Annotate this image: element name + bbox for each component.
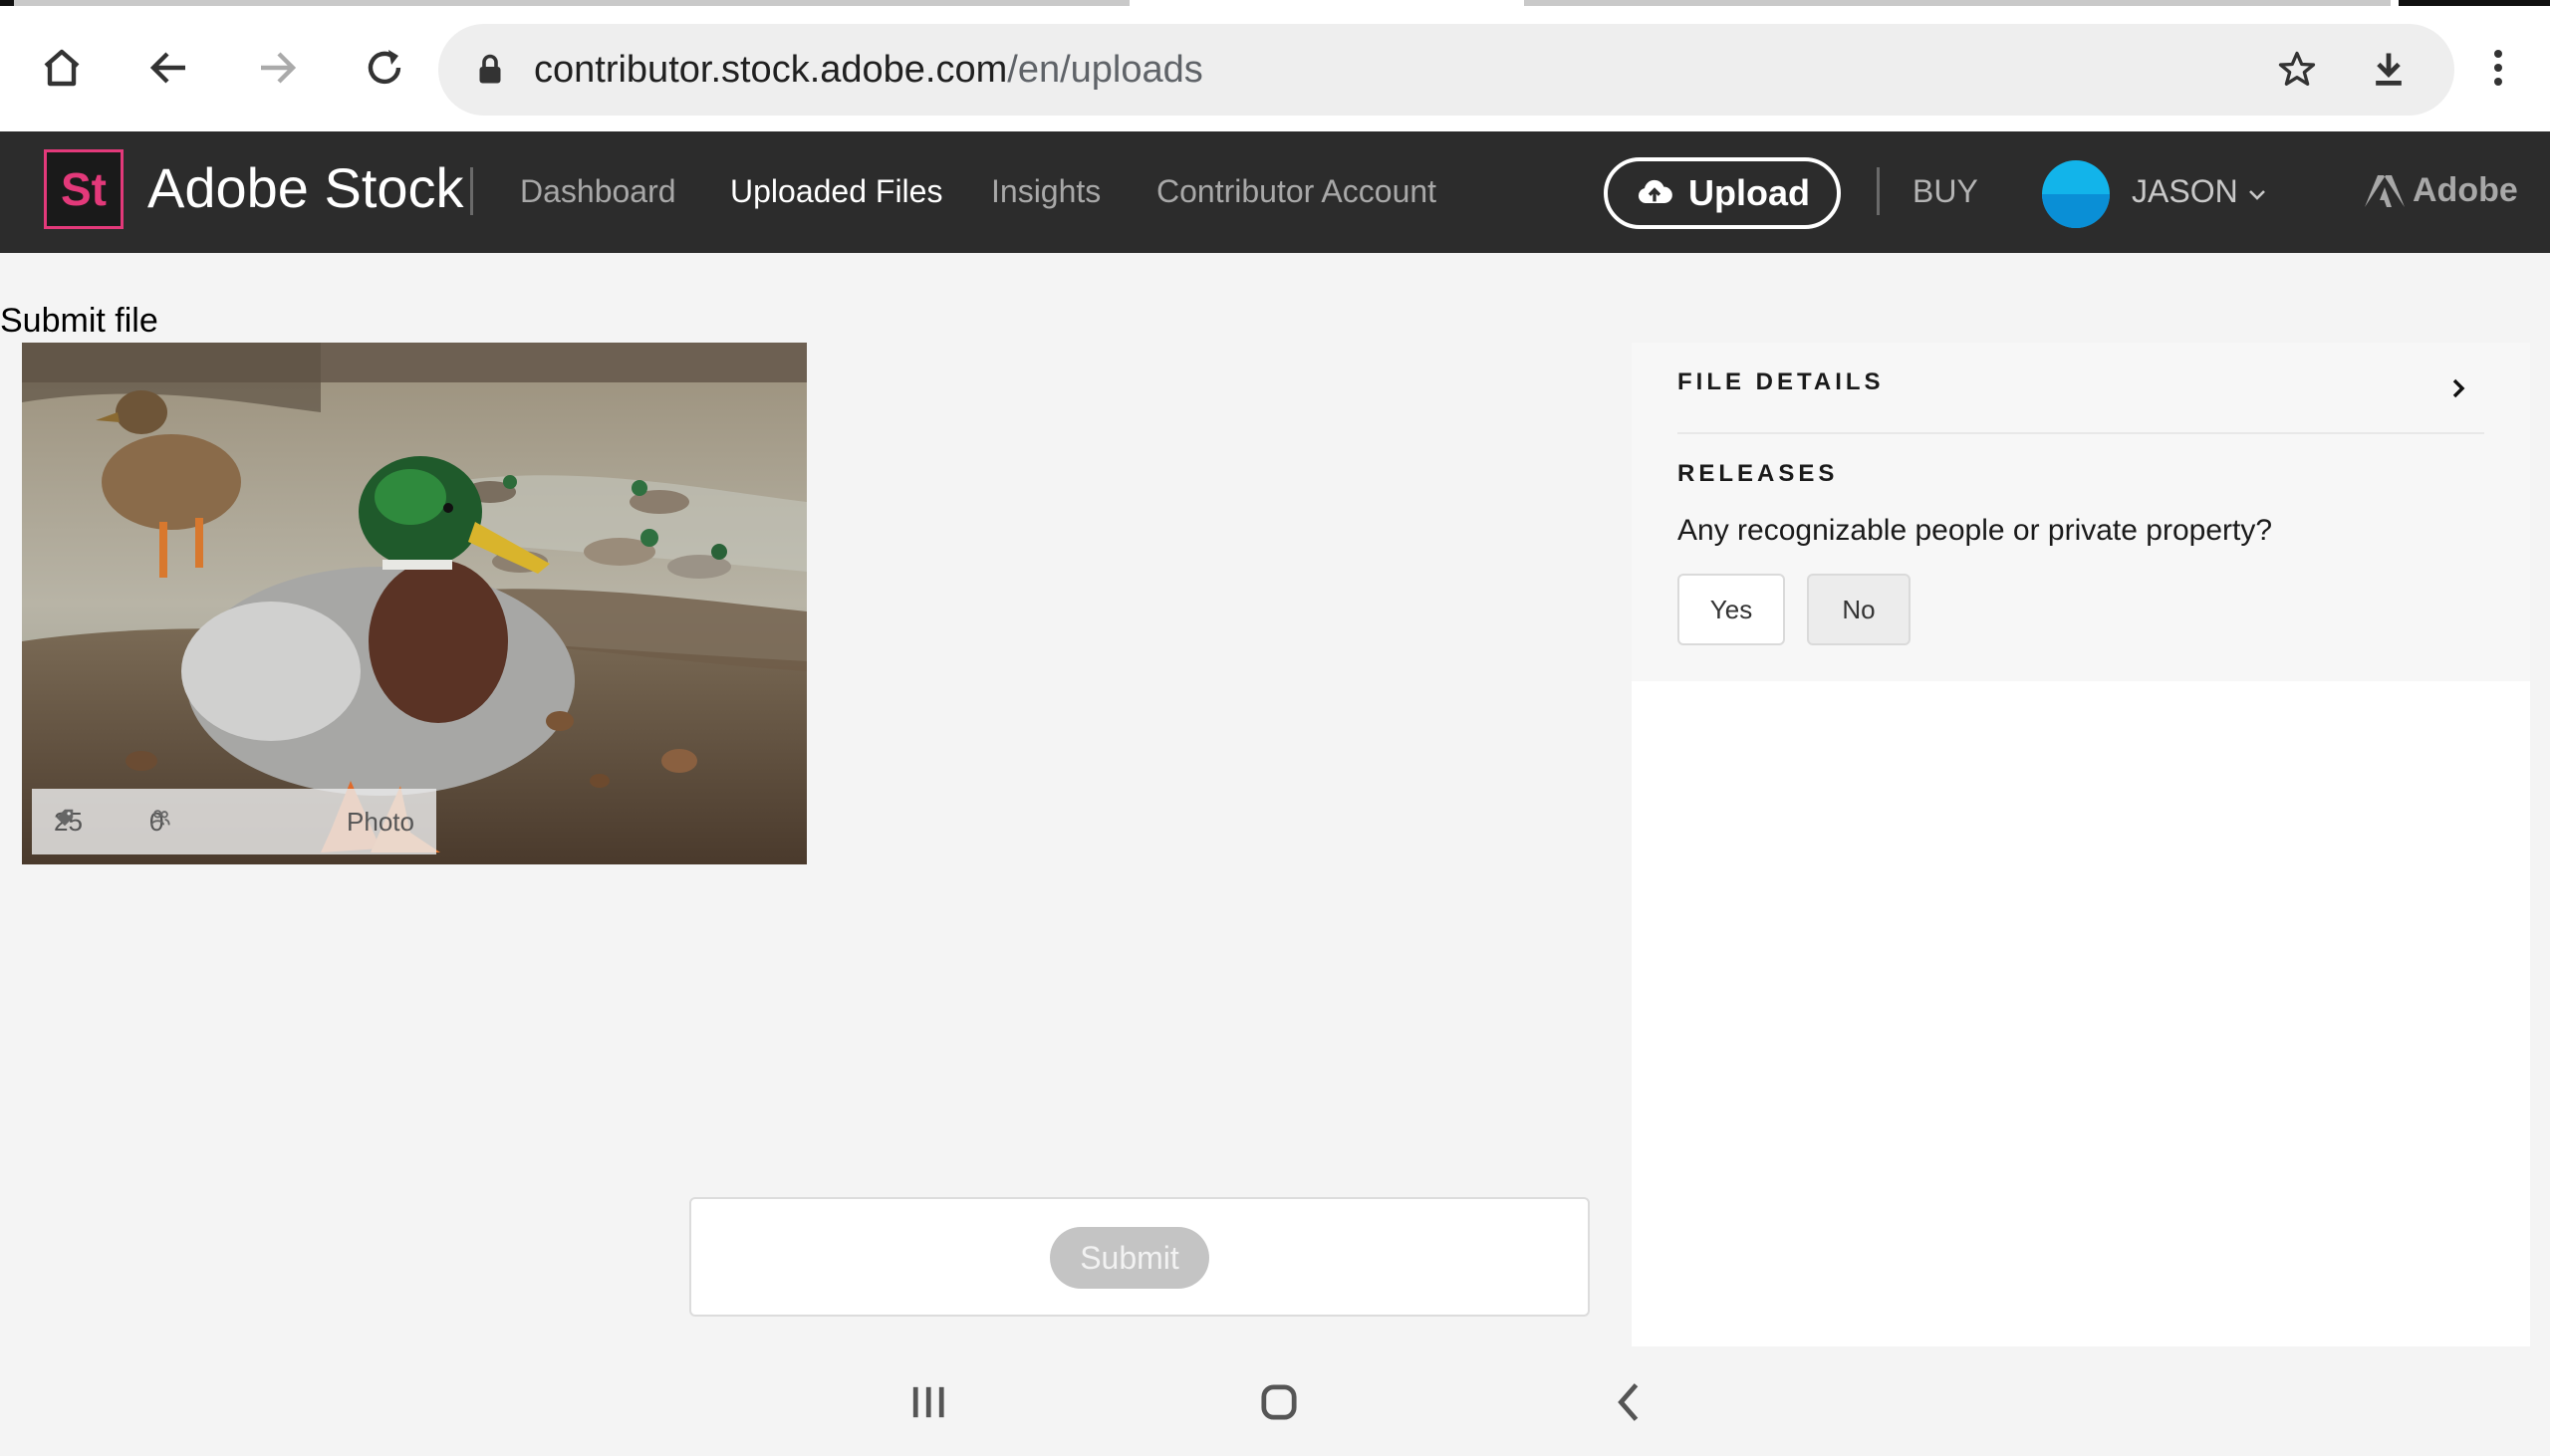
nav-insights[interactable]: Insights [991, 169, 1101, 213]
upload-label: Upload [1688, 172, 1810, 213]
lock-icon [479, 54, 501, 84]
release-question: Any recognizable people or private prope… [1677, 514, 2273, 547]
no-button[interactable]: No [1807, 574, 1911, 645]
upload-button[interactable]: Upload [1604, 157, 1841, 229]
more-vert-icon [2494, 50, 2502, 86]
home-button[interactable] [30, 36, 94, 100]
recent-apps-icon[interactable] [902, 1376, 954, 1428]
submit-bar: Submit [689, 1197, 1590, 1317]
reload-icon [368, 50, 401, 85]
file-side-panel: FILE DETAILS RELEASES Any recognizable p… [1632, 343, 2530, 1346]
file-thumbnail[interactable]: 25 0 Photo [22, 343, 807, 864]
chevron-right-icon[interactable] [2442, 372, 2474, 404]
address-bar[interactable]: contributor.stock.adobe.com/en/uploads [438, 24, 2454, 116]
adobe-logo-icon [2365, 174, 2405, 207]
browser-toolbar: contributor.stock.adobe.com/en/uploads [0, 6, 2550, 131]
buy-link[interactable]: BUY [1912, 169, 1978, 213]
file-type: Photo [347, 807, 414, 837]
system-nav-bar [0, 1346, 2550, 1456]
browser-menu-button[interactable] [2466, 36, 2530, 100]
chevron-down-icon[interactable] [2245, 183, 2269, 207]
brand-name[interactable]: Adobe Stock [147, 153, 464, 223]
nav-contributor-account[interactable]: Contributor Account [1156, 169, 1436, 213]
submit-button[interactable]: Submit [1050, 1227, 1209, 1289]
header-divider [1877, 167, 1880, 215]
home-nav-icon[interactable] [1253, 1376, 1305, 1428]
reload-button[interactable] [353, 36, 416, 100]
tag-icon [56, 809, 74, 827]
logo-text: St [61, 163, 107, 215]
mallard-duck-photo [22, 343, 807, 864]
cloud-upload-icon [1638, 179, 1672, 203]
url-text[interactable]: contributor.stock.adobe.com/en/uploads [534, 46, 1203, 94]
yes-button[interactable]: Yes [1677, 574, 1785, 645]
header-divider [470, 167, 473, 215]
home-icon [44, 49, 80, 87]
avatar[interactable] [2042, 160, 2110, 228]
keywords-count: 25 [54, 807, 83, 838]
user-name[interactable]: JASON [2132, 169, 2238, 213]
releases-title: RELEASES [1677, 460, 1839, 487]
section-divider [1677, 432, 2484, 434]
site-header: St Adobe Stock Dashboard Uploaded Files … [0, 131, 2550, 253]
nav-uploaded-files[interactable]: Uploaded Files [730, 169, 942, 213]
arrow-right-icon [261, 52, 297, 84]
file-details-title[interactable]: FILE DETAILS [1677, 368, 1885, 396]
adobe-stock-logo[interactable]: St [44, 149, 124, 229]
arrow-left-icon [149, 52, 185, 84]
file-meta-bar: 25 0 Photo [32, 789, 436, 854]
nav-dashboard[interactable]: Dashboard [520, 169, 676, 213]
forward-button[interactable] [245, 36, 309, 100]
back-button[interactable] [137, 36, 201, 100]
bookmark-button[interactable] [2271, 44, 2323, 96]
people-icon [150, 810, 170, 826]
adobe-link[interactable]: Adobe [2365, 171, 2518, 210]
star-icon [2278, 51, 2316, 86]
url-path: /en/uploads [1007, 49, 1203, 91]
adobe-label: Adobe [2413, 171, 2518, 209]
side-panel-top: FILE DETAILS RELEASES Any recognizable p… [1632, 343, 2530, 681]
back-nav-icon[interactable] [1604, 1376, 1656, 1428]
download-button[interactable] [2363, 44, 2415, 96]
releases-count: 0 [149, 807, 170, 838]
download-icon [2376, 53, 2402, 86]
url-host: contributor.stock.adobe.com [534, 49, 1008, 91]
page-title: Submit file [0, 302, 158, 340]
